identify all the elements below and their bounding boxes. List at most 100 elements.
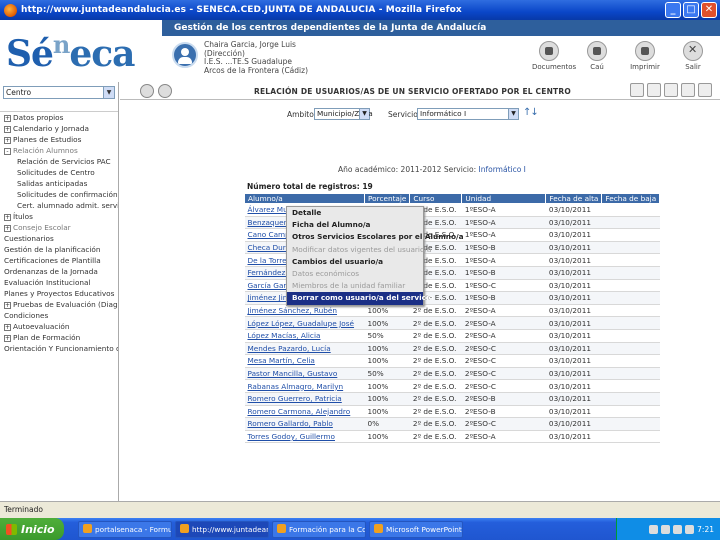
student-link[interactable]: López Macías, Alicia bbox=[244, 329, 365, 343]
student-link[interactable]: Pastor Mancilla, Gustavo bbox=[244, 367, 365, 381]
app-header: Gestión de los centros dependientes de l… bbox=[0, 20, 720, 82]
expand-icon[interactable]: + bbox=[4, 126, 11, 133]
maximize-button[interactable]: □ bbox=[683, 2, 699, 18]
context-menu-item[interactable]: Cambios del usuario/a bbox=[287, 256, 423, 268]
student-link[interactable]: Mesa Martín, Celia bbox=[244, 354, 365, 368]
minimize-button[interactable]: _ bbox=[665, 2, 681, 18]
help-button[interactable]: Caú bbox=[580, 41, 614, 71]
filter-icon[interactable] bbox=[140, 84, 154, 98]
expand-icon[interactable]: + bbox=[4, 324, 11, 331]
tray-icon[interactable] bbox=[649, 524, 659, 534]
table-cell: 1ºESO-A bbox=[461, 216, 546, 230]
expand-icon[interactable]: + bbox=[4, 214, 11, 221]
sidebar-item[interactable]: Ordenanzas de la Jornada bbox=[0, 266, 118, 277]
context-menu-item[interactable]: Ficha del Alumno/a bbox=[287, 219, 423, 231]
export-icon[interactable] bbox=[630, 83, 644, 97]
tray-icon[interactable] bbox=[673, 524, 683, 534]
sidebar-item[interactable]: + Datos propios bbox=[0, 112, 118, 123]
close-button[interactable]: ✕ bbox=[701, 2, 717, 18]
table-row[interactable]: Jiménez Sánchez, Rubén 100% 2º de E.S.O. 2º… bbox=[244, 304, 660, 318]
table-row[interactable]: López Macías, Alicia 50% 2º de E.S.O. 2ºESO… bbox=[244, 329, 660, 343]
table-row[interactable]: Torres Godoy, Guillermo 100% 2º de E.S.O. 2… bbox=[244, 430, 660, 444]
task-button[interactable]: Formación para la Con... bbox=[272, 520, 366, 538]
task-button[interactable]: http://www.juntadeand... bbox=[175, 520, 269, 538]
cancel-icon[interactable] bbox=[698, 83, 712, 97]
col-header[interactable]: Fecha de baja bbox=[601, 193, 661, 204]
sidebar-item[interactable]: + Planes de Estudios bbox=[0, 134, 118, 145]
documents-icon bbox=[539, 41, 559, 61]
seneca-logo[interactable]: Séneca bbox=[6, 30, 136, 75]
task-button[interactable]: Microsoft PowerPoint... bbox=[369, 520, 463, 538]
sidebar-item[interactable]: Salidas anticipadas bbox=[0, 178, 118, 189]
student-link[interactable]: Romero Carmona, Alejandro bbox=[244, 405, 365, 419]
collapse-icon[interactable]: - bbox=[4, 148, 11, 155]
context-menu-item[interactable]: Borrar como usuario/a del servicio bbox=[287, 292, 433, 305]
student-link[interactable]: Jiménez Sánchez, Rubén bbox=[244, 304, 365, 318]
sidebar-item[interactable]: Solicitudes de confirmación y line bbox=[0, 189, 118, 200]
table-row[interactable]: Romero Guerrero, Patricia 100% 2º de E.S.O… bbox=[244, 392, 660, 406]
student-link[interactable]: Romero Gallardo, Pablo bbox=[244, 417, 365, 431]
sidebar-item[interactable]: +Pruebas de Evaluación (Diagnóstico) bbox=[0, 299, 118, 310]
tray-icon[interactable] bbox=[661, 524, 671, 534]
start-button[interactable]: Inicio bbox=[0, 518, 64, 540]
sidebar-item[interactable]: Gestión de la planificación bbox=[0, 244, 118, 255]
col-header[interactable]: Fecha de alta bbox=[545, 193, 603, 204]
sidebar-item[interactable]: Planes y Proyectos Educativos bbox=[0, 288, 118, 299]
report-icon[interactable] bbox=[647, 83, 661, 97]
student-link[interactable]: Mendes Pazardo, Lucía bbox=[244, 342, 365, 356]
table-row[interactable]: Mendes Pazardo, Lucía 100% 2º de E.S.O. 2ºE… bbox=[244, 342, 660, 356]
sidebar-item[interactable]: Cert. alumnado admit. servic. certif bbox=[0, 200, 118, 211]
sidebar-item[interactable]: + Consejo Escolar bbox=[0, 222, 118, 233]
col-header[interactable]: Alumno/a bbox=[244, 193, 365, 204]
sidebar-item[interactable]: Certificaciones de Plantilla bbox=[0, 255, 118, 266]
exit-label: Salir bbox=[685, 63, 701, 71]
context-menu-item[interactable]: Otros Servicios Escolares por el Alumno/… bbox=[287, 231, 464, 243]
volume-icon[interactable] bbox=[685, 524, 695, 534]
table-row[interactable]: Romero Gallardo, Pablo 0% 2º de E.S.O. 2ºES… bbox=[244, 417, 660, 431]
sidebar-item[interactable]: Evaluación Institucional bbox=[0, 277, 118, 288]
table-row[interactable]: López López, Guadalupe José 100% 2º de E.S… bbox=[244, 316, 660, 330]
print-button[interactable]: Imprimir bbox=[628, 41, 662, 71]
col-header[interactable]: Porcentaje bbox=[363, 193, 411, 204]
table-row[interactable]: Romero Carmona, Alejandro 100% 2º de E.S.O… bbox=[244, 405, 660, 419]
student-link[interactable]: López López, Guadalupe José bbox=[244, 316, 365, 330]
print-page-icon[interactable] bbox=[664, 83, 678, 97]
sidebar-item[interactable]: + Autoevaluación bbox=[0, 321, 118, 332]
table-row[interactable]: Rabanas Almagro, Marilyn 100% 2º de E.S.O.… bbox=[244, 379, 660, 393]
sidebar-item[interactable]: Condiciones bbox=[0, 310, 118, 321]
sidebar-item[interactable]: + Plan de Formación bbox=[0, 332, 118, 343]
col-header[interactable]: Unidad bbox=[461, 193, 547, 204]
scope-select[interactable]: Municipio/Zona ▼ bbox=[314, 108, 373, 120]
sidebar-item[interactable]: Solicitudes de Centro bbox=[0, 167, 118, 178]
profile-select[interactable]: Centro ▼ bbox=[3, 86, 115, 99]
exit-button[interactable]: Salir bbox=[676, 41, 710, 71]
sidebar-item[interactable]: Cuestionarios bbox=[0, 233, 118, 244]
expand-icon[interactable]: + bbox=[4, 115, 11, 122]
expand-icon[interactable]: + bbox=[4, 302, 11, 309]
table-cell: 1ºESO-B bbox=[461, 241, 546, 255]
service-select[interactable]: Informático I ▼ bbox=[417, 108, 519, 120]
sidebar-item[interactable]: + Calendario y Jornada bbox=[0, 123, 118, 134]
table-row[interactable]: Mesa Martín, Celia 100% 2º de E.S.O. 2ºESO-… bbox=[244, 354, 660, 368]
sidebar-item[interactable]: Orientación Y Funcionamiento del Centro bbox=[0, 343, 118, 354]
col-header[interactable]: Curso bbox=[409, 193, 463, 204]
sidebar-item[interactable]: Relación de Servicios PAC bbox=[0, 156, 118, 167]
sort-icon[interactable]: ↑↓ bbox=[523, 107, 539, 118]
documents-button[interactable]: Documentos bbox=[532, 41, 576, 71]
expand-icon[interactable]: + bbox=[4, 225, 11, 232]
sidebar-item[interactable]: - Relación Alumnos bbox=[0, 145, 118, 156]
student-link[interactable]: Rabanas Almagro, Marilyn bbox=[244, 379, 365, 393]
app-icon bbox=[83, 523, 92, 533]
sidebar-item[interactable]: + Ítulos bbox=[0, 211, 118, 222]
student-link[interactable]: Torres Godoy, Guillermo bbox=[244, 430, 365, 444]
task-button[interactable]: portalsenaca - Formu... bbox=[78, 520, 172, 538]
context-menu-item[interactable]: Detalle bbox=[287, 207, 423, 219]
task-label: portalsenaca - Formu... bbox=[95, 524, 172, 534]
student-link[interactable]: Romero Guerrero, Patricia bbox=[244, 392, 365, 406]
mail-icon[interactable] bbox=[158, 84, 172, 98]
back-icon[interactable] bbox=[681, 83, 695, 97]
expand-icon[interactable]: + bbox=[4, 335, 11, 342]
table-cell bbox=[601, 253, 660, 267]
table-row[interactable]: Pastor Mancilla, Gustavo 50% 2º de E.S.O. 2… bbox=[244, 367, 660, 381]
expand-icon[interactable]: + bbox=[4, 137, 11, 144]
